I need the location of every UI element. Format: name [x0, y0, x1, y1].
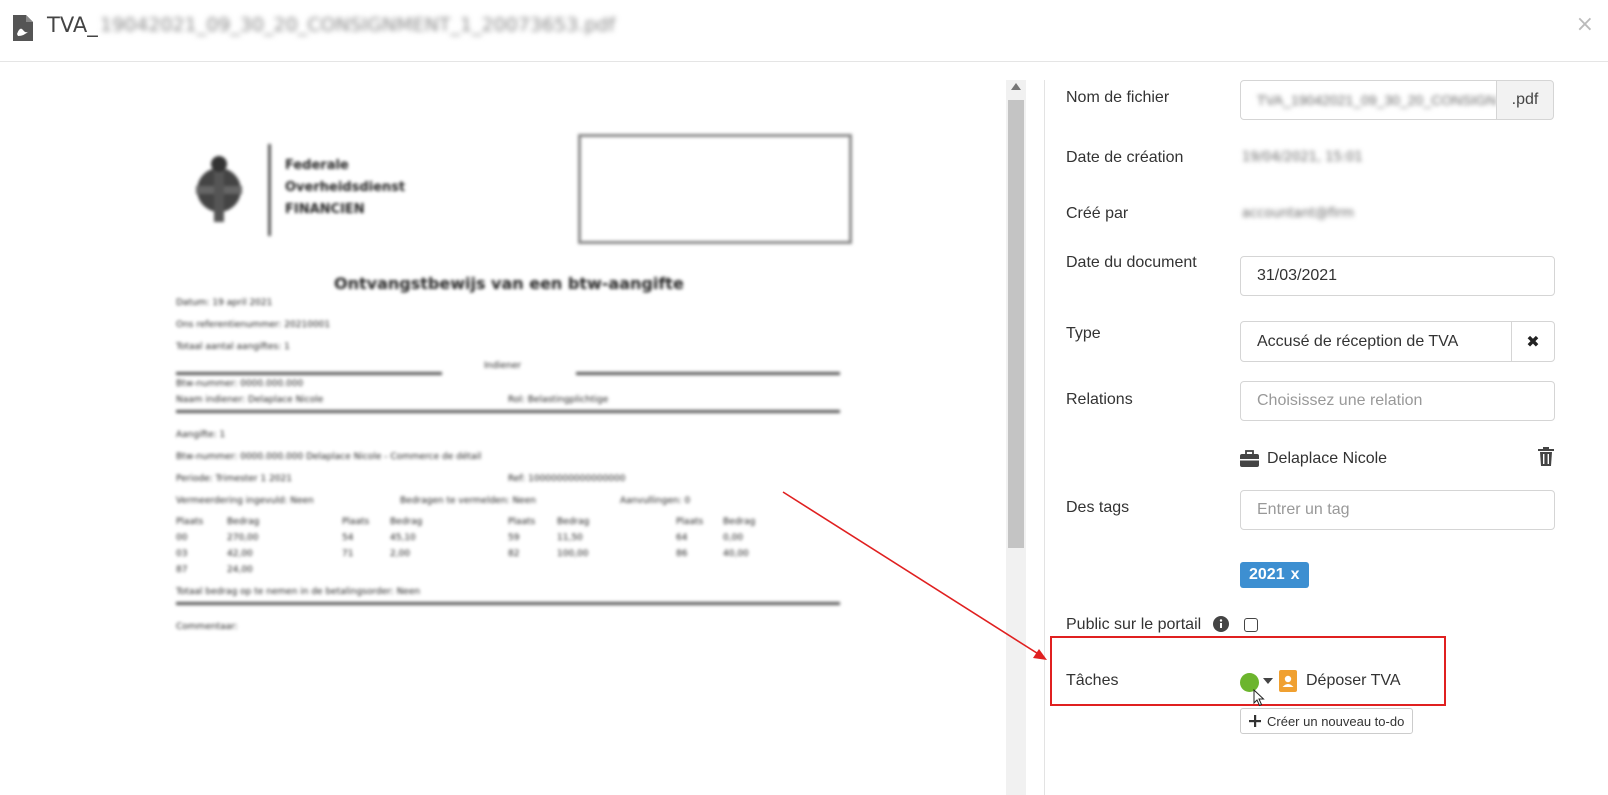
info-icon[interactable] — [1213, 616, 1229, 632]
document-date-label: Date du document — [1066, 254, 1197, 271]
relations-input[interactable]: Choisissez une relation — [1240, 381, 1555, 421]
created-date-value: 19/04/2021, 15:01 — [1242, 150, 1363, 165]
tag-badge: 2021 x — [1240, 562, 1309, 588]
tags-label: Des tags — [1066, 499, 1130, 516]
tag-badge-label: 2021 — [1249, 566, 1285, 583]
filename-extension: .pdf — [1496, 80, 1554, 120]
public-portal-checkbox[interactable] — [1244, 618, 1258, 632]
public-portal-label: Public sur le portail — [1066, 616, 1202, 633]
relations-placeholder: Choisissez une relation — [1257, 392, 1423, 409]
tags-input[interactable]: Entrer un tag — [1240, 490, 1555, 530]
annotation-highlight-box — [1050, 636, 1446, 706]
plus-icon — [1249, 715, 1261, 727]
contact-card-icon — [1279, 670, 1297, 692]
document-date-value: 31/03/2021 — [1257, 267, 1338, 284]
created-by-label: Créé par — [1066, 205, 1129, 222]
trash-icon[interactable] — [1538, 447, 1554, 466]
created-by-value: accountant@firm — [1242, 206, 1355, 221]
created-date-label: Date de création — [1066, 149, 1184, 166]
document-date-input[interactable]: 31/03/2021 — [1240, 256, 1555, 296]
type-clear-button[interactable]: ✖ — [1511, 321, 1555, 362]
type-label: Type — [1066, 325, 1101, 342]
filename-input[interactable]: TVA_19042021_09_30_20_CONSIGN — [1240, 80, 1497, 120]
relation-item-name[interactable]: Delaplace Nicole — [1267, 450, 1387, 468]
type-select[interactable]: Accusé de réception de TVA — [1240, 321, 1512, 362]
type-value: Accusé de réception de TVA — [1257, 332, 1459, 350]
create-todo-label: Créer un nouveau to-do — [1267, 713, 1405, 729]
mouse-cursor-icon — [1253, 689, 1265, 707]
relations-label: Relations — [1066, 391, 1133, 408]
tag-remove-button[interactable]: x — [1291, 566, 1300, 584]
tags-placeholder: Entrer un tag — [1257, 501, 1350, 518]
status-dropdown-caret-icon[interactable] — [1263, 678, 1273, 684]
task-name[interactable]: Déposer TVA — [1306, 672, 1401, 690]
create-todo-button[interactable]: Créer un nouveau to-do — [1240, 708, 1414, 734]
tasks-label: Tâches — [1066, 672, 1119, 689]
filename-value: TVA_19042021_09_30_20_CONSIGN — [1257, 92, 1496, 108]
briefcase-icon — [1240, 450, 1259, 467]
filename-label: Nom de fichier — [1066, 89, 1170, 106]
